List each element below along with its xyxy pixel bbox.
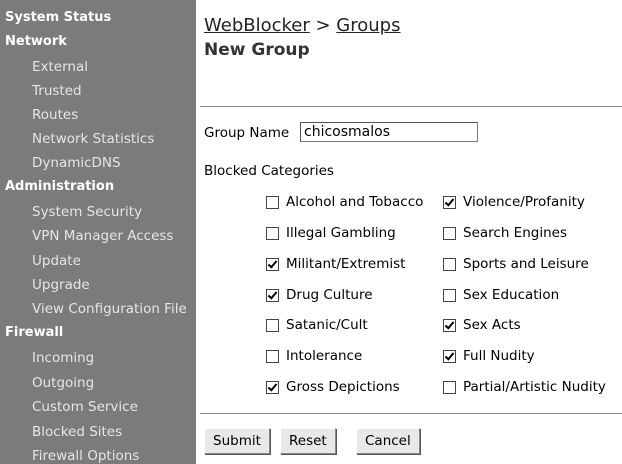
nav-item-outgoing[interactable]: Outgoing	[32, 375, 94, 391]
category-checkbox[interactable]	[443, 380, 456, 394]
nav-item-custom-service[interactable]: Custom Service	[32, 399, 138, 415]
nav-section-firewall[interactable]: Firewall	[5, 325, 63, 341]
category-checkbox[interactable]	[266, 257, 279, 271]
category-checkbox[interactable]	[266, 195, 279, 209]
category-label: Satanic/Cult	[286, 317, 368, 333]
nav-item-firewall-options[interactable]: Firewall Options	[32, 448, 139, 464]
nav-item-system-security[interactable]: System Security	[32, 204, 142, 220]
nav-item-network-statistics[interactable]: Network Statistics	[32, 131, 154, 147]
nav-item-incoming[interactable]: Incoming	[32, 350, 94, 366]
category-label: Violence/Profanity	[463, 194, 585, 210]
category-checkbox[interactable]	[443, 195, 456, 209]
nav-item-routes[interactable]: Routes	[32, 107, 78, 123]
page-title: New Group	[204, 40, 310, 60]
nav-item-dynamicdns[interactable]: DynamicDNS	[32, 155, 121, 171]
nav-item-update[interactable]: Update	[32, 253, 81, 269]
nav-section-network[interactable]: Network	[5, 34, 67, 50]
category-drug-culture[interactable]: Drug Culture	[266, 287, 373, 303]
category-checkbox[interactable]	[266, 349, 279, 363]
nav-item-external[interactable]: External	[32, 59, 88, 75]
category-label: Sex Acts	[463, 317, 521, 333]
category-label: Alcohol and Tobacco	[286, 194, 424, 210]
nav-section-administration[interactable]: Administration	[5, 179, 114, 195]
category-satanic-cult[interactable]: Satanic/Cult	[266, 317, 368, 333]
group-name-label: Group Name	[204, 125, 290, 141]
category-label: Gross Depictions	[286, 379, 400, 395]
category-checkbox[interactable]	[443, 349, 456, 363]
nav-section-system-status[interactable]: System Status	[5, 10, 111, 26]
blocked-categories-label: Blocked Categories	[204, 163, 334, 179]
category-intolerance[interactable]: Intolerance	[266, 348, 362, 364]
category-sex-acts[interactable]: Sex Acts	[443, 317, 521, 333]
breadcrumb-link-webblocker[interactable]: WebBlocker	[204, 15, 310, 36]
main-content: WebBlocker > Groups New Group Group Name…	[196, 0, 622, 464]
category-label: Search Engines	[463, 225, 567, 241]
submit-button[interactable]: Submit	[204, 428, 270, 454]
group-name-input[interactable]	[300, 122, 478, 142]
category-alcohol-and-tobacco[interactable]: Alcohol and Tobacco	[266, 194, 423, 210]
category-militant-extremist[interactable]: Militant/Extremist	[266, 256, 405, 272]
nav-item-vpn-manager-access[interactable]: VPN Manager Access	[32, 228, 173, 244]
category-label: Intolerance	[286, 348, 363, 364]
category-label: Sports and Leisure	[463, 256, 589, 272]
breadcrumb-separator: >	[309, 15, 337, 36]
breadcrumb-link-groups[interactable]: Groups	[336, 15, 400, 36]
category-checkbox[interactable]	[443, 226, 456, 240]
category-label: Militant/Extremist	[286, 256, 406, 272]
breadcrumb: WebBlocker > Groups	[204, 15, 400, 36]
category-search-engines[interactable]: Search Engines	[443, 225, 567, 241]
nav-item-upgrade[interactable]: Upgrade	[32, 277, 90, 293]
nav-item-blocked-sites[interactable]: Blocked Sites	[32, 424, 122, 440]
category-checkbox[interactable]	[266, 318, 279, 332]
cancel-button[interactable]: Cancel	[356, 428, 420, 454]
category-label: Sex Education	[463, 287, 560, 303]
nav-item-trusted[interactable]: Trusted	[32, 83, 82, 99]
category-label: Partial/Artistic Nudity	[463, 379, 606, 395]
category-sports-and-leisure[interactable]: Sports and Leisure	[443, 256, 589, 272]
category-violence-profanity[interactable]: Violence/Profanity	[443, 194, 585, 210]
category-checkbox[interactable]	[443, 288, 456, 302]
category-checkbox[interactable]	[266, 380, 279, 394]
nav-item-view-configuration-file[interactable]: View Configuration File	[32, 301, 187, 317]
category-label: Illegal Gambling	[286, 225, 396, 241]
category-sex-education[interactable]: Sex Education	[443, 287, 559, 303]
category-checkbox[interactable]	[266, 288, 279, 302]
category-gross-depictions[interactable]: Gross Depictions	[266, 379, 400, 395]
divider-bottom	[200, 413, 622, 414]
category-checkbox[interactable]	[443, 318, 456, 332]
category-label: Full Nudity	[463, 348, 535, 364]
reset-button[interactable]: Reset	[280, 428, 336, 454]
sidebar-nav: System Status Network External Trusted R…	[0, 0, 196, 464]
divider-top	[200, 106, 622, 107]
category-checkbox[interactable]	[443, 257, 456, 271]
category-label: Drug Culture	[286, 287, 373, 303]
category-illegal-gambling[interactable]: Illegal Gambling	[266, 225, 396, 241]
category-full-nudity[interactable]: Full Nudity	[443, 348, 535, 364]
category-checkbox[interactable]	[266, 226, 279, 240]
category-partial-artistic-nudity[interactable]: Partial/Artistic Nudity	[443, 379, 606, 395]
